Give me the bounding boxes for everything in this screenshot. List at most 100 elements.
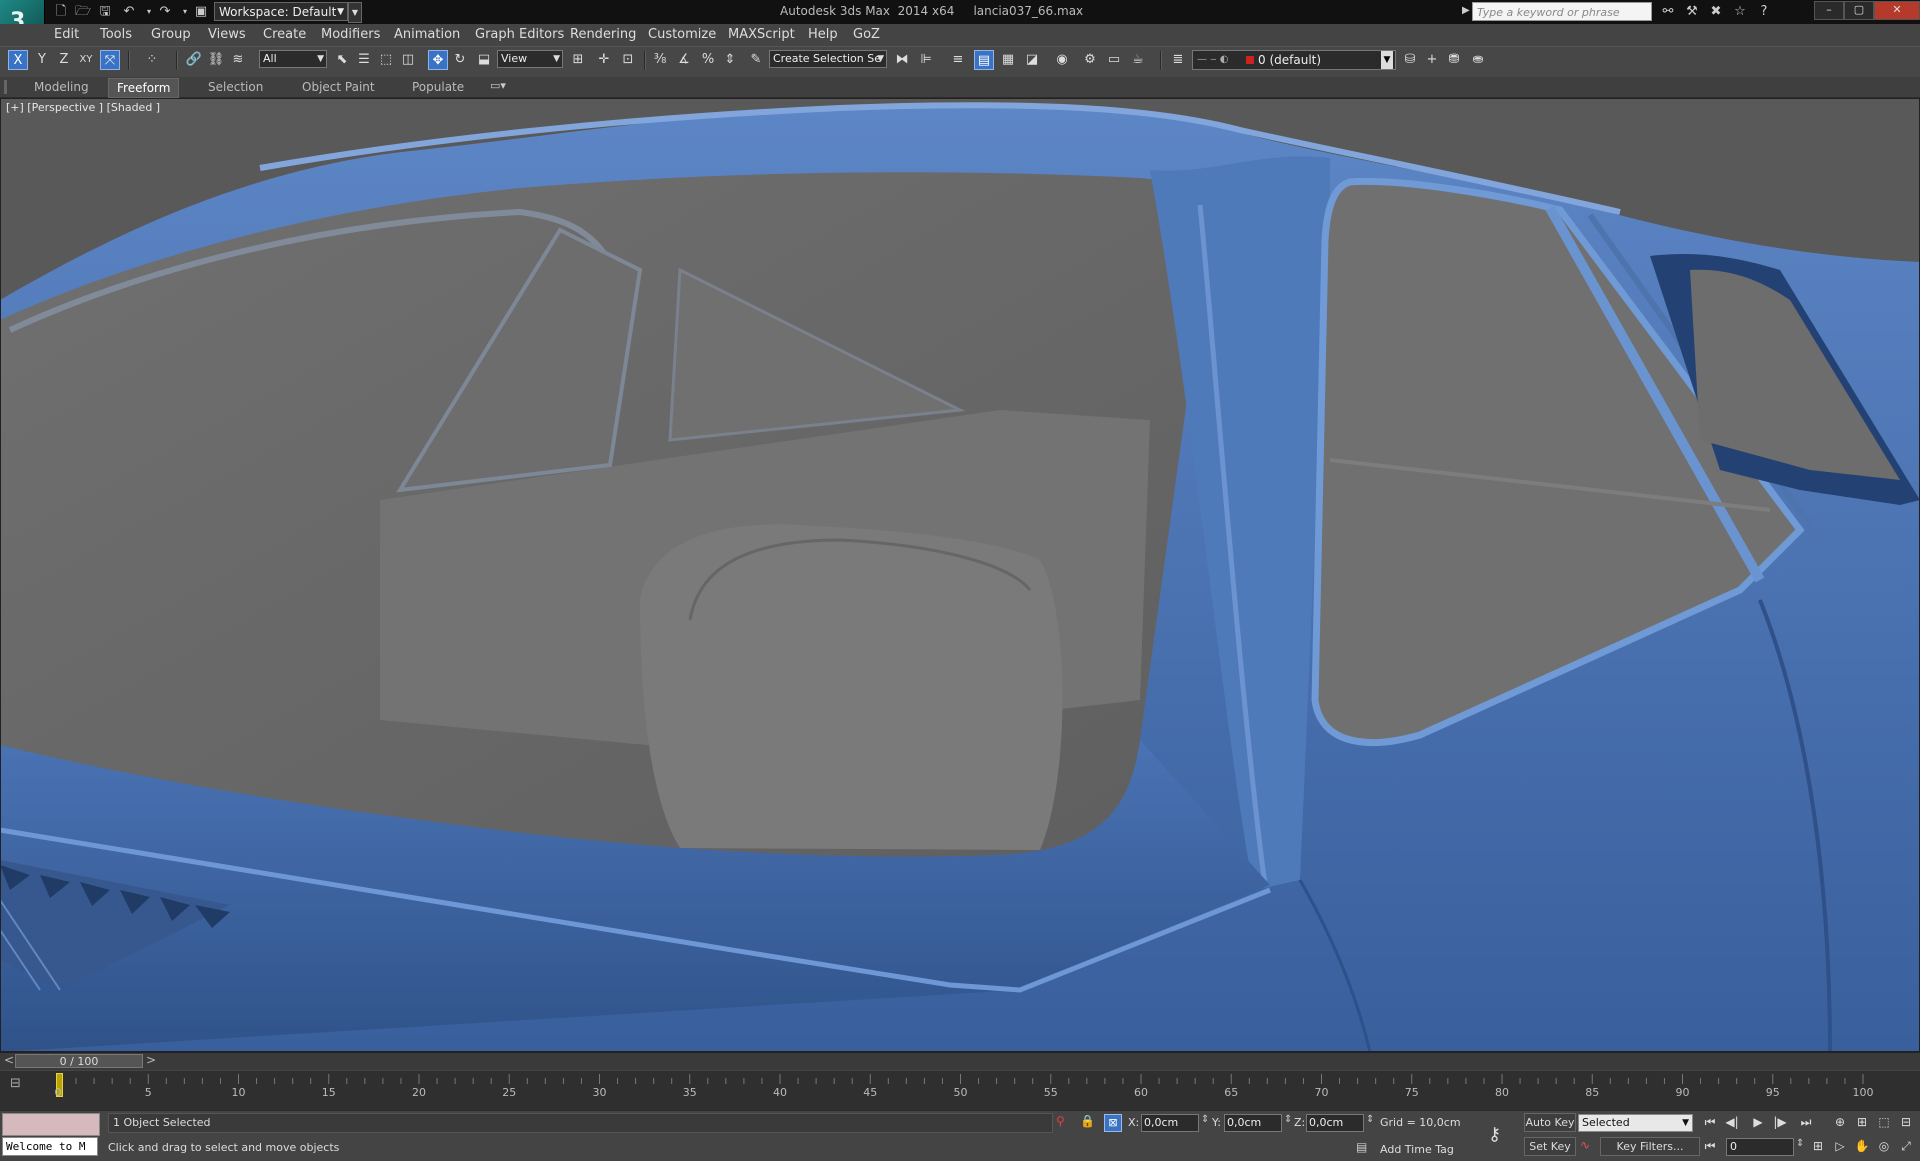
frame-spinner-icon[interactable]: ⇕ xyxy=(1796,1138,1804,1149)
layer-explorer-icon[interactable]: ≣ xyxy=(1168,50,1188,70)
x-spinner-icon[interactable]: ⇕ xyxy=(1201,1114,1209,1125)
tab-populate[interactable]: Populate xyxy=(404,78,472,96)
align-icon[interactable]: ⊫ xyxy=(916,50,936,70)
search-expand-icon[interactable]: ▶ xyxy=(1462,5,1470,16)
key-mode-toggle-icon[interactable]: ⏮ xyxy=(1700,1137,1720,1155)
new-file-icon[interactable]: 🗋 xyxy=(52,3,70,21)
menu-tools[interactable]: Tools xyxy=(100,27,132,42)
menu-edit[interactable]: Edit xyxy=(54,27,79,42)
zoom-extents-all-icon[interactable]: ⊞ xyxy=(1852,1113,1872,1131)
absolute-mode-transform-icon[interactable]: ⊠ xyxy=(1104,1114,1122,1132)
zoom-all-icon[interactable]: ⊟ xyxy=(1896,1113,1916,1131)
ribbon-options-icon[interactable]: ▭▾ xyxy=(490,79,506,92)
key-filters-button[interactable]: Key Filters... xyxy=(1600,1137,1700,1156)
maxscript-mini-listener-output[interactable] xyxy=(2,1113,100,1136)
render-production-icon[interactable]: ☕ xyxy=(1128,50,1148,70)
play-icon[interactable]: ▶ xyxy=(1748,1113,1768,1131)
menu-help[interactable]: Help xyxy=(808,27,838,42)
tab-selection[interactable]: Selection xyxy=(200,78,271,96)
customize-quick-access-icon[interactable]: ▼ xyxy=(348,2,362,23)
current-frame-input[interactable]: 0 xyxy=(1726,1138,1794,1156)
percent-snap-icon[interactable]: % xyxy=(698,50,718,70)
named-selection-dropdown[interactable]: Create Selection Se ▼ xyxy=(769,50,887,68)
time-prev-arrow-icon[interactable]: < xyxy=(4,1053,14,1067)
schematic-view-icon[interactable]: ◪ xyxy=(1022,50,1042,70)
zoom-icon[interactable]: ⊕ xyxy=(1830,1113,1850,1131)
isolate-selection-icon[interactable]: ⚲ xyxy=(1056,1114,1065,1128)
reference-coordinate-dropdown[interactable]: View ▼ xyxy=(497,50,563,68)
material-editor-icon[interactable]: ◉ xyxy=(1052,50,1072,70)
tab-freeform[interactable]: Freeform xyxy=(108,78,180,98)
viewport-label[interactable]: [+] [Perspective ] [Shaded ] xyxy=(6,101,160,114)
maximize-button[interactable]: ▢ xyxy=(1844,1,1874,20)
window-crossing-icon[interactable]: ◫ xyxy=(398,50,418,70)
minimize-button[interactable]: – xyxy=(1814,1,1844,20)
curve-editor-icon[interactable]: ▦ xyxy=(998,50,1018,70)
next-frame-icon[interactable]: |▶ xyxy=(1770,1113,1790,1131)
project-folder-icon[interactable]: ▣ xyxy=(192,3,210,21)
go-to-end-icon[interactable]: ⏭ xyxy=(1796,1113,1816,1131)
axis-z-button[interactable]: Z xyxy=(54,50,74,70)
select-in-layer-icon[interactable]: ⛃ xyxy=(1444,50,1464,70)
time-configuration-icon[interactable]: ⊞ xyxy=(1808,1137,1828,1155)
binoculars-icon[interactable]: ⚯ xyxy=(1658,3,1678,21)
selection-lock-icon[interactable]: 🔒 xyxy=(1080,1114,1095,1128)
menu-modifiers[interactable]: Modifiers xyxy=(321,27,380,42)
perspective-viewport[interactable] xyxy=(0,98,1920,1052)
menu-rendering[interactable]: Rendering xyxy=(570,27,636,42)
layer-manager-icon[interactable]: ≡ xyxy=(948,50,968,70)
time-next-arrow-icon[interactable]: > xyxy=(146,1053,156,1067)
menu-create[interactable]: Create xyxy=(263,27,306,42)
toggle-ribbon-icon[interactable]: ▤ xyxy=(974,50,994,70)
edit-named-selection-icon[interactable]: ✎ xyxy=(746,50,766,70)
axis-x-button[interactable]: X xyxy=(8,50,28,70)
menu-customize[interactable]: Customize xyxy=(648,27,716,42)
previous-frame-icon[interactable]: ◀| xyxy=(1722,1113,1742,1131)
layer-dropdown[interactable]: — ‒ ◐ 0 (default) ▼ xyxy=(1192,50,1396,70)
search-input[interactable]: Type a keyword or phrase xyxy=(1472,2,1652,21)
time-tag-icon[interactable]: ▤ xyxy=(1356,1140,1367,1154)
selection-filter-dropdown[interactable]: All ▼ xyxy=(259,50,327,68)
snaps-toggle-icon[interactable]: ⁘ xyxy=(142,50,162,70)
help-icon[interactable]: ? xyxy=(1754,3,1774,21)
mirror-icon[interactable]: ⧓ xyxy=(892,50,912,70)
bind-space-warp-icon[interactable]: ≋ xyxy=(228,50,248,70)
select-and-link-icon[interactable]: 🔗 xyxy=(184,50,204,70)
unlink-selection-icon[interactable]: ⛓ xyxy=(206,50,226,70)
select-and-rotate-icon[interactable]: ↻ xyxy=(450,50,470,70)
time-slider[interactable]: 0 / 100 xyxy=(15,1054,143,1068)
menu-goz[interactable]: GoZ xyxy=(853,27,880,42)
axis-xy-button[interactable]: XY xyxy=(76,50,96,70)
menu-graph-editors[interactable]: Graph Editors xyxy=(475,27,564,42)
keyboard-shortcut-override-icon[interactable]: ⊡ xyxy=(618,50,638,70)
close-button[interactable]: ✕ xyxy=(1874,1,1920,20)
open-file-icon[interactable]: 🗁 xyxy=(74,3,92,21)
auto-key-button[interactable]: Auto Key xyxy=(1524,1113,1576,1132)
tab-object-paint[interactable]: Object Paint xyxy=(294,78,383,96)
pan-view-icon[interactable]: ✋ xyxy=(1852,1137,1872,1155)
key-mode-dropdown[interactable]: Selected ▼ xyxy=(1578,1114,1693,1132)
angle-snap-icon[interactable]: ∡ xyxy=(674,50,694,70)
y-coord-input[interactable]: 0,0cm xyxy=(1224,1114,1282,1132)
pivot-center-icon[interactable]: ⊞ xyxy=(568,50,588,70)
field-of-view-icon[interactable]: ▷ xyxy=(1830,1137,1850,1155)
maxscript-listener-input[interactable]: Welcome to M xyxy=(2,1137,98,1156)
menu-views[interactable]: Views xyxy=(208,27,246,42)
select-by-name-icon[interactable]: ☰ xyxy=(354,50,374,70)
undo-icon[interactable]: ↶ xyxy=(120,3,138,21)
orbit-icon[interactable]: ◎ xyxy=(1874,1137,1894,1155)
tab-modeling[interactable]: Modeling xyxy=(26,78,97,96)
axis-constraint-icon[interactable]: ⤧ xyxy=(100,50,120,70)
set-key-mode-key-icon[interactable]: ⚷ xyxy=(1488,1124,1501,1145)
redo-icon[interactable]: ↷ xyxy=(156,3,174,21)
x-coord-input[interactable]: 0,0cm xyxy=(1141,1114,1199,1132)
y-spinner-icon[interactable]: ⇕ xyxy=(1284,1114,1292,1125)
go-to-start-icon[interactable]: ⏮ xyxy=(1700,1113,1720,1131)
menu-group[interactable]: Group xyxy=(151,27,191,42)
create-new-layer-icon[interactable]: + xyxy=(1422,50,1442,70)
axis-y-button[interactable]: Y xyxy=(32,50,52,70)
set-key-button[interactable]: Set Key xyxy=(1524,1137,1576,1156)
menu-maxscript[interactable]: MAXScript xyxy=(728,27,795,42)
workspace-dropdown[interactable]: Workspace: Default ▼ xyxy=(214,2,348,21)
add-time-tag-button[interactable]: Add Time Tag xyxy=(1380,1143,1454,1156)
